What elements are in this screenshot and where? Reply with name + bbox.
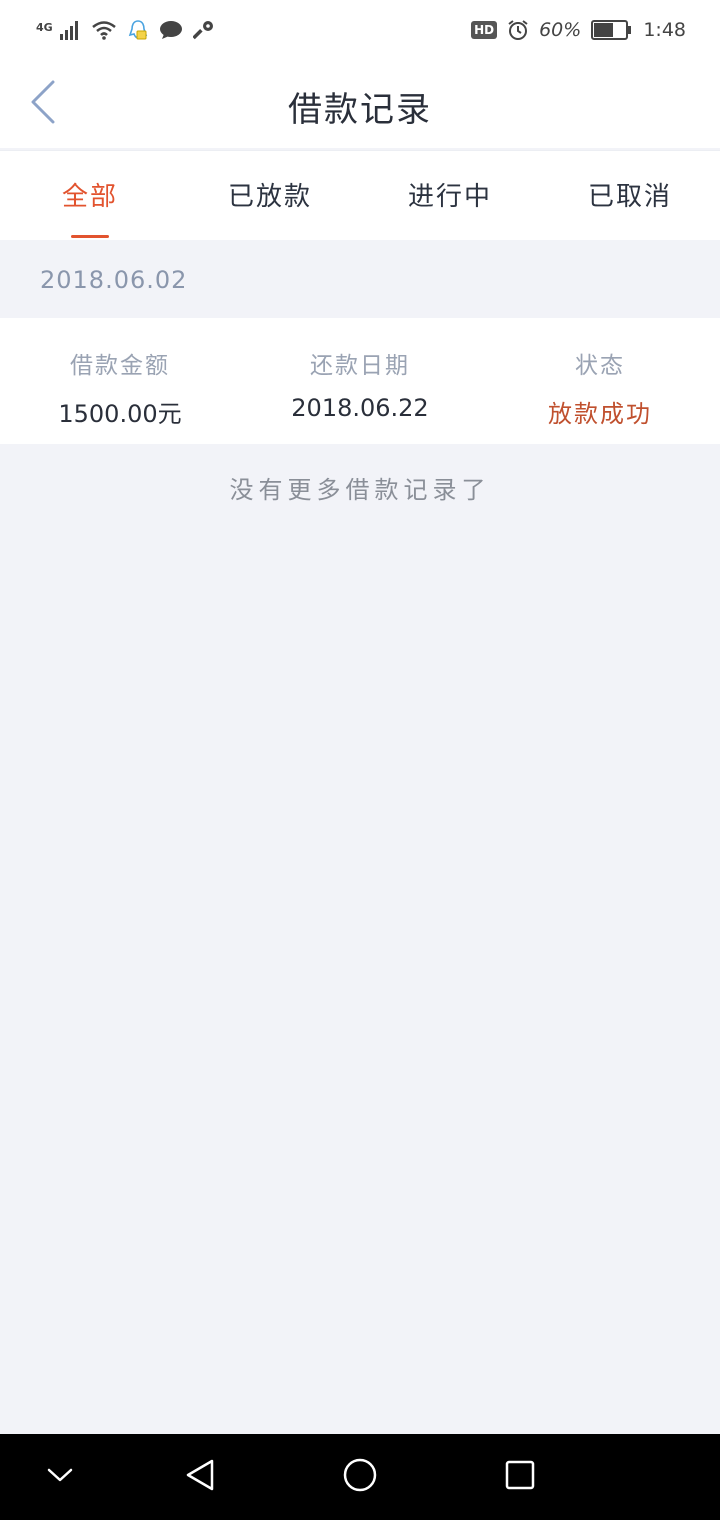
end-of-list-message: 没有更多借款记录了: [229, 476, 491, 504]
nav-home-button[interactable]: [335, 1452, 385, 1502]
tab-label: 已取消: [587, 182, 672, 212]
system-navigation-bar: [0, 1434, 720, 1520]
signal-icon: [59, 20, 81, 40]
repay-date-label: 还款日期: [310, 353, 410, 379]
repay-date-value: 2018.06.22: [291, 394, 429, 422]
key-icon: [192, 19, 215, 41]
battery-icon: [591, 19, 633, 41]
repay-date-column: 还款日期 2018.06.22: [240, 318, 480, 444]
status-bar-left: 4G: [36, 19, 215, 41]
qq-notification-icon: [127, 19, 149, 41]
nav-back-button[interactable]: [175, 1452, 225, 1502]
nav-hide-button[interactable]: [35, 1452, 85, 1502]
page-title: 借款记录: [288, 90, 432, 130]
record-date: 2018.06.02: [40, 266, 188, 294]
chevron-down-icon: [46, 1466, 74, 1488]
app-header: 借款记录: [0, 60, 720, 148]
loan-record-card[interactable]: 借款金额 1500.00元 还款日期 2018.06.22 状态 放款成功: [0, 318, 720, 444]
battery-percent: 60%: [539, 19, 582, 41]
tab-label: 已放款: [227, 182, 312, 212]
message-icon: [159, 20, 183, 40]
alarm-icon: [507, 19, 529, 41]
tab-disbursed[interactable]: 已放款: [180, 151, 360, 240]
clock: 1:48: [643, 19, 686, 41]
tab-bar: 全部 已放款 进行中 已取消: [0, 150, 720, 240]
hd-voice-badge: HD: [471, 21, 498, 39]
tab-label: 全部: [61, 182, 118, 212]
record-date-group: 2018.06.02: [0, 240, 720, 318]
amount-label: 借款金额: [70, 353, 170, 379]
triangle-back-icon: [184, 1458, 216, 1496]
status-column: 状态 放款成功: [480, 318, 720, 444]
status-bar-right: HD 60% 1:48: [471, 19, 686, 41]
square-recents-icon: [504, 1459, 536, 1495]
tab-cancelled[interactable]: 已取消: [540, 151, 720, 240]
wifi-icon: [91, 20, 117, 40]
status-bar: 4G HD 60% 1:48: [0, 0, 720, 60]
tab-all[interactable]: 全部: [0, 151, 180, 240]
nav-recents-button[interactable]: [495, 1452, 545, 1502]
status-label: 状态: [575, 353, 625, 379]
amount-column: 借款金额 1500.00元: [0, 318, 240, 444]
active-tab-indicator: [71, 235, 109, 238]
amount-value: 1500.00元: [58, 400, 182, 428]
tab-in-progress[interactable]: 进行中: [360, 151, 540, 240]
status-value: 放款成功: [548, 400, 652, 428]
network-type-label: 4G: [36, 21, 53, 34]
tab-label: 进行中: [407, 182, 492, 212]
circle-home-icon: [342, 1457, 378, 1497]
